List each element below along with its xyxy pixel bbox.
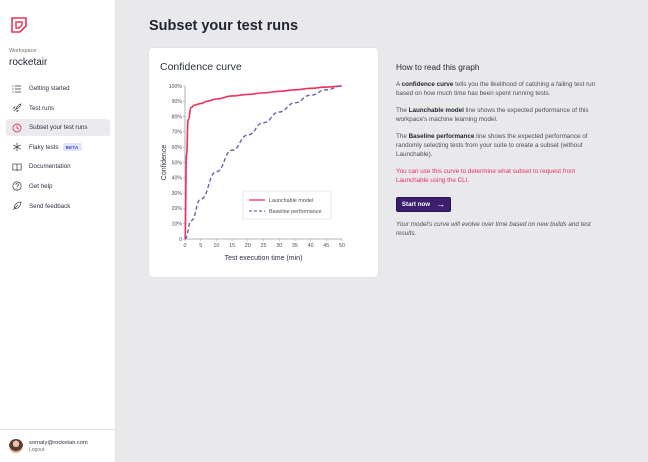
y-tick-label: 30% [172,191,183,197]
page-title: Subset your test runs [149,18,299,34]
launchable-logo-icon [11,17,27,33]
info-note: Your model's curve will evolve over time… [396,220,591,238]
start-now-button[interactable]: Start now → [396,196,451,212]
info-paragraph-launchable: The Launchable model line shows the expe… [396,106,589,124]
info-paragraph-baseline: The Baseline performance line shows the … [396,132,588,159]
sidebar-item-label: Test runs [29,104,55,112]
sidebar-nav: Getting started Test runs Subset your te… [6,80,110,217]
sidebar-item-send-feedback[interactable]: Send feedback [6,198,110,215]
confidence-chart: 0 10% 20% 30% 40% 50% 60% 70% 80% 90% 100% 0 5 10 15 20… [161,84,345,262]
y-tick-label: 90% [172,99,183,105]
x-tick-label: 25 [261,243,267,249]
sidebar-item-getting-started[interactable]: Getting started [6,80,110,97]
y-tick-label: 0 [179,237,182,243]
user-menu[interactable]: somaly@rocketair.com Logout [0,429,116,462]
avatar [9,439,23,453]
info-paragraph-confidence: A confidence curve tells you the likelih… [396,81,596,98]
info-panel: How to read this graph A confidence curv… [396,62,606,246]
x-tick-label: 30 [276,243,282,249]
info-highlight: You can use this curve to determine what… [396,167,576,185]
confidence-curve-card: Confidence curve 0 10% 20% 30% 40% 50% 60% 70% 8… [149,48,378,277]
start-now-label: Start now [401,200,431,208]
user-email: somaly@rocketair.com [29,439,88,446]
sidebar-item-label: Getting started [29,85,70,92]
sidebar-item-get-help[interactable]: Get help [6,178,110,195]
x-tick-label: 45 [323,243,329,249]
beta-badge: BETA [62,143,82,152]
app: Workspace rocketair Getting started Test… [0,0,648,462]
rocket-icon [12,103,22,113]
arrow-right-icon: → [436,198,446,209]
sidebar-item-label: Get help [29,182,53,190]
sidebar-item-label: Flaky tests [29,143,59,151]
sidebar-item-documentation[interactable]: Documentation [6,158,110,175]
y-tick-label: 10% [172,222,183,228]
main-content: Subset your test runs Confidence curve 0… [116,0,648,462]
legend-label: Launchable model [269,198,313,204]
y-tick-label: 80% [172,114,183,120]
workspace-label: Workspace [9,48,37,54]
sidebar-item-label: Documentation [29,163,71,171]
y-tick-label: 70% [172,130,183,136]
feather-icon [12,201,22,211]
x-tick-label: 5 [199,243,202,249]
x-tick-label: 10 [213,243,219,249]
sidebar-item-subset-test-runs[interactable]: Subset your test runs [6,119,110,137]
x-tick-label: 50 [339,243,345,249]
workspace-name[interactable]: rocketair [9,57,47,68]
x-tick-label: 0 [184,243,187,249]
sidebar-item-label: Send feedback [29,202,71,210]
x-tick-label: 15 [229,243,235,249]
list-icon [12,84,22,94]
sidebar-item-flaky-tests[interactable]: Flaky tests BETA [6,139,110,156]
y-tick-label: 20% [172,206,183,212]
y-tick-label: 100% [169,84,183,90]
sidebar: Workspace rocketair Getting started Test… [0,0,116,462]
book-icon [12,162,22,172]
help-icon [12,181,22,192]
x-tick-label: 40 [308,243,314,249]
info-title: How to read this graph [396,62,480,72]
x-tick-label: 20 [245,243,251,249]
logout-link[interactable]: Logout [29,447,88,453]
snowflake-icon [12,142,22,152]
y-tick-label: 50% [172,160,183,166]
x-tick-label: 35 [292,243,298,249]
sidebar-item-label: Subset your test runs [29,124,88,132]
sidebar-item-test-runs[interactable]: Test runs [6,100,110,117]
clock-icon [12,123,22,133]
x-axis-label: Test execution time (min) [225,255,303,262]
y-axis-label: Confidence [161,145,168,181]
y-tick-label: 40% [172,176,183,182]
y-tick-label: 60% [172,145,183,151]
legend-label: Baseline performance [269,209,321,215]
